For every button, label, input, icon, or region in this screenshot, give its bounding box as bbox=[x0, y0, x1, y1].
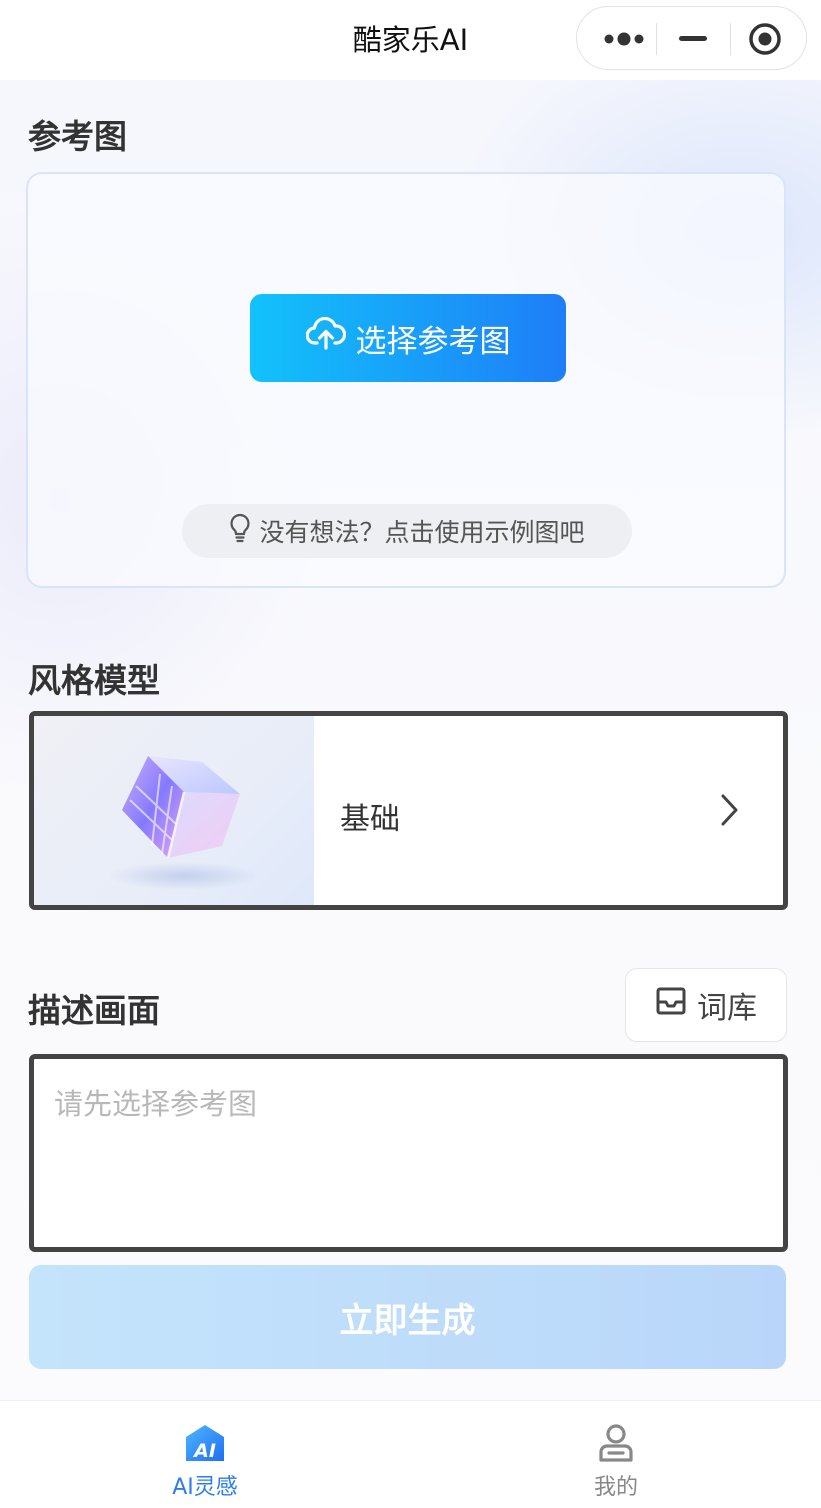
tab-mine[interactable]: 我的 bbox=[411, 1401, 821, 1508]
style-model-name: 基础 bbox=[340, 802, 400, 837]
mini-program-capsule bbox=[576, 6, 807, 70]
style-model-selector[interactable]: 基础 bbox=[29, 711, 788, 910]
lexicon-button[interactable]: 词库 bbox=[625, 968, 787, 1042]
more-options-icon[interactable] bbox=[597, 7, 657, 71]
description-input[interactable] bbox=[54, 1081, 754, 1221]
ai-icon: AI bbox=[183, 1421, 227, 1465]
choose-reference-button[interactable]: 选择参考图 bbox=[250, 294, 566, 382]
use-example-image-tip[interactable]: 没有想法？点击使用示例图吧 bbox=[182, 504, 632, 558]
choose-reference-label: 选择参考图 bbox=[355, 323, 511, 360]
cloud-upload-icon bbox=[305, 316, 346, 359]
style-model-thumbnail bbox=[34, 716, 314, 905]
minimize-icon[interactable] bbox=[673, 7, 713, 71]
tab-ai-inspiration[interactable]: AI AI灵感 bbox=[0, 1401, 410, 1508]
person-icon bbox=[594, 1421, 638, 1465]
chevron-right-icon bbox=[714, 790, 744, 830]
style-model-section-title: 风格模型 bbox=[28, 661, 160, 700]
reference-section-title: 参考图 bbox=[28, 117, 127, 156]
generate-button[interactable]: 立即生成 bbox=[29, 1265, 786, 1369]
inbox-icon bbox=[655, 985, 687, 1025]
tab-label: 我的 bbox=[593, 1475, 638, 1500]
reference-upload-area[interactable]: 选择参考图 没有想法？点击使用示例图吧 bbox=[26, 172, 786, 588]
bottom-tab-bar: AI AI灵感 我的 bbox=[0, 1400, 821, 1508]
lexicon-label: 词库 bbox=[697, 991, 757, 1026]
capsule-divider bbox=[656, 23, 657, 55]
description-input-box[interactable] bbox=[29, 1054, 788, 1252]
glass-cube-image bbox=[109, 756, 259, 890]
capsule-divider bbox=[730, 23, 731, 55]
svg-text:AI: AI bbox=[192, 1440, 216, 1462]
tab-label: AI灵感 bbox=[172, 1475, 238, 1500]
use-example-label: 没有想法？点击使用示例图吧 bbox=[259, 518, 585, 547]
lightbulb-icon bbox=[229, 513, 251, 549]
navigation-bar: 酷家乐AI bbox=[0, 0, 821, 80]
description-section-title: 描述画面 bbox=[28, 991, 160, 1030]
close-mini-program-icon[interactable] bbox=[743, 7, 789, 71]
